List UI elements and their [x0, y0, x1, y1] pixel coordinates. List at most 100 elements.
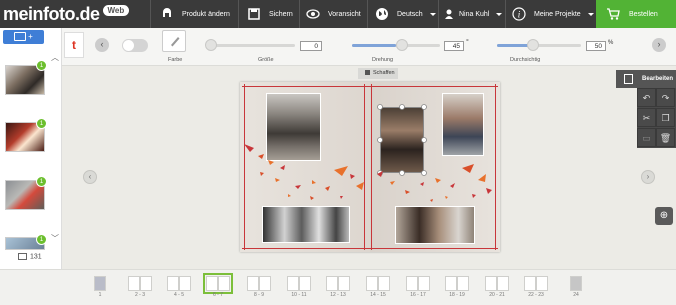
property-toolbar [62, 28, 676, 66]
text-tool-button[interactable]: t [64, 32, 84, 58]
page-thumbnail[interactable] [445, 276, 469, 291]
page-thumbnail[interactable] [94, 276, 106, 291]
page-thumbnail[interactable] [326, 276, 350, 291]
page-thumbnail[interactable] [287, 276, 311, 291]
opacity-label: Durchsichtig [510, 57, 541, 63]
visibility-toggle[interactable] [122, 39, 148, 52]
page-label: 4 - 5 [173, 292, 184, 298]
page-thumbnail[interactable] [366, 276, 390, 291]
birds-decoration [244, 144, 492, 202]
toggle-knob [123, 40, 134, 51]
opacity-slider[interactable] [497, 39, 581, 51]
page-thumbnail[interactable] [203, 273, 233, 294]
page-thumbnail-page [247, 276, 259, 291]
page-thumbnail[interactable] [128, 276, 152, 291]
nav-label: Nina Kuhl [459, 10, 490, 18]
create-button[interactable]: Schaffen [358, 68, 398, 79]
page-thumbnail-page [218, 276, 230, 291]
nav-divider [505, 0, 506, 28]
trash-icon[interactable]: 🗑 [656, 128, 675, 147]
user-icon [444, 7, 454, 21]
usage-badge: 1 [36, 234, 47, 245]
image-icon [18, 253, 27, 260]
page-thumbnail-page [418, 276, 430, 291]
page-label: 1 [98, 292, 102, 298]
page-thumbnail-page [179, 276, 191, 291]
nav-save[interactable]: Sichern [247, 0, 293, 28]
order-button[interactable]: Bestellen [596, 0, 676, 28]
page-thumbnail-page [485, 276, 497, 291]
order-label: Bestellen [629, 10, 658, 18]
photobook-spread[interactable] [240, 82, 500, 252]
scroll-down-icon[interactable]: ﹀ [51, 233, 59, 244]
scroll-up-icon[interactable]: ︿ [51, 52, 59, 63]
page-label: 2 - 3 [134, 292, 145, 298]
color-picker-button[interactable] [162, 30, 186, 52]
logo[interactable]: meinfoto.de Web [3, 2, 130, 26]
page-thumbnail-page [326, 276, 338, 291]
page-thumbnail-page [140, 276, 152, 291]
size-slider-thumb[interactable] [205, 39, 217, 51]
rotation-slider-fill [352, 44, 396, 47]
page-thumbnail[interactable] [167, 276, 191, 291]
size-input[interactable]: 0 [300, 41, 322, 51]
page-label: 6 - 7 [212, 292, 223, 298]
zoom-in-icon[interactable]: ⊕ [655, 207, 673, 225]
page-label: 16 - 17 [410, 292, 426, 298]
globe-icon [375, 7, 389, 21]
chevron-down-icon [587, 12, 594, 16]
opacity-input[interactable]: 50 [586, 41, 606, 51]
page-label: 12 - 13 [330, 292, 346, 298]
add-photos-button[interactable]: + [3, 30, 44, 44]
page-label: 14 - 15 [370, 292, 386, 298]
chevron-down-icon [429, 12, 436, 16]
nav-preview[interactable]: Voransicht [306, 0, 361, 28]
undo-icon[interactable]: ↶ [637, 88, 656, 107]
page-label: 10 - 11 [291, 292, 307, 298]
scissors-icon[interactable]: ✂ [637, 108, 656, 127]
page-thumbnail-page [94, 276, 106, 291]
nav-user[interactable]: Nina Kuhl [444, 0, 503, 28]
nav-divider [299, 0, 300, 28]
nav-divider [150, 0, 151, 28]
nav-language[interactable]: Deutsch [375, 0, 436, 28]
next-spread-button[interactable]: › [641, 170, 655, 184]
prev-spread-button[interactable]: ‹ [83, 170, 97, 184]
page-label: 24 [573, 292, 579, 298]
rotation-slider[interactable] [352, 39, 440, 51]
paste-icon[interactable]: ▭ [637, 128, 656, 147]
usage-badge: 1 [36, 60, 47, 71]
toolbar-prev-button[interactable]: ‹ [95, 38, 109, 52]
thumbnail-scrollbar[interactable]: ︿ ﹀ [48, 50, 60, 250]
nav-my-projects[interactable]: i Meine Projekte [512, 0, 594, 28]
page-thumbnail[interactable] [247, 276, 271, 291]
size-label: Größe [258, 57, 274, 63]
nav-label: Sichern [269, 10, 293, 18]
rotation-input[interactable]: 45 [444, 41, 464, 51]
rotation-slider-thumb[interactable] [396, 39, 408, 51]
pen-icon [171, 37, 180, 47]
info-icon: i [512, 7, 526, 21]
logo-text: meinfoto.de [3, 3, 100, 24]
nav-product-change[interactable]: Produkt ändern [160, 0, 230, 28]
page-thumbnail-page [167, 276, 179, 291]
page-label: 18 - 19 [449, 292, 465, 298]
page-thumbnail[interactable] [406, 276, 430, 291]
edit-panel-header[interactable]: Bearbeiten [616, 70, 676, 88]
size-slider[interactable] [205, 39, 295, 51]
nav-label: Voransicht [328, 10, 361, 18]
copy-icon[interactable]: ❐ [656, 108, 675, 127]
opacity-slider-thumb[interactable] [527, 39, 539, 51]
page-thumbnail[interactable] [485, 276, 509, 291]
page-thumbnail-page [497, 276, 509, 291]
photo-count-value: 131 [30, 253, 42, 261]
page-thumbnail[interactable] [524, 276, 548, 291]
cart-icon [606, 8, 620, 20]
usage-badge: 1 [36, 118, 47, 129]
page-thumbnail-page [259, 276, 271, 291]
usage-badge: 1 [36, 176, 47, 187]
page-thumbnail[interactable] [570, 276, 582, 291]
redo-icon[interactable]: ↷ [656, 88, 675, 107]
page-thumbnail-page [299, 276, 311, 291]
toolbar-next-button[interactable]: › [652, 38, 666, 52]
